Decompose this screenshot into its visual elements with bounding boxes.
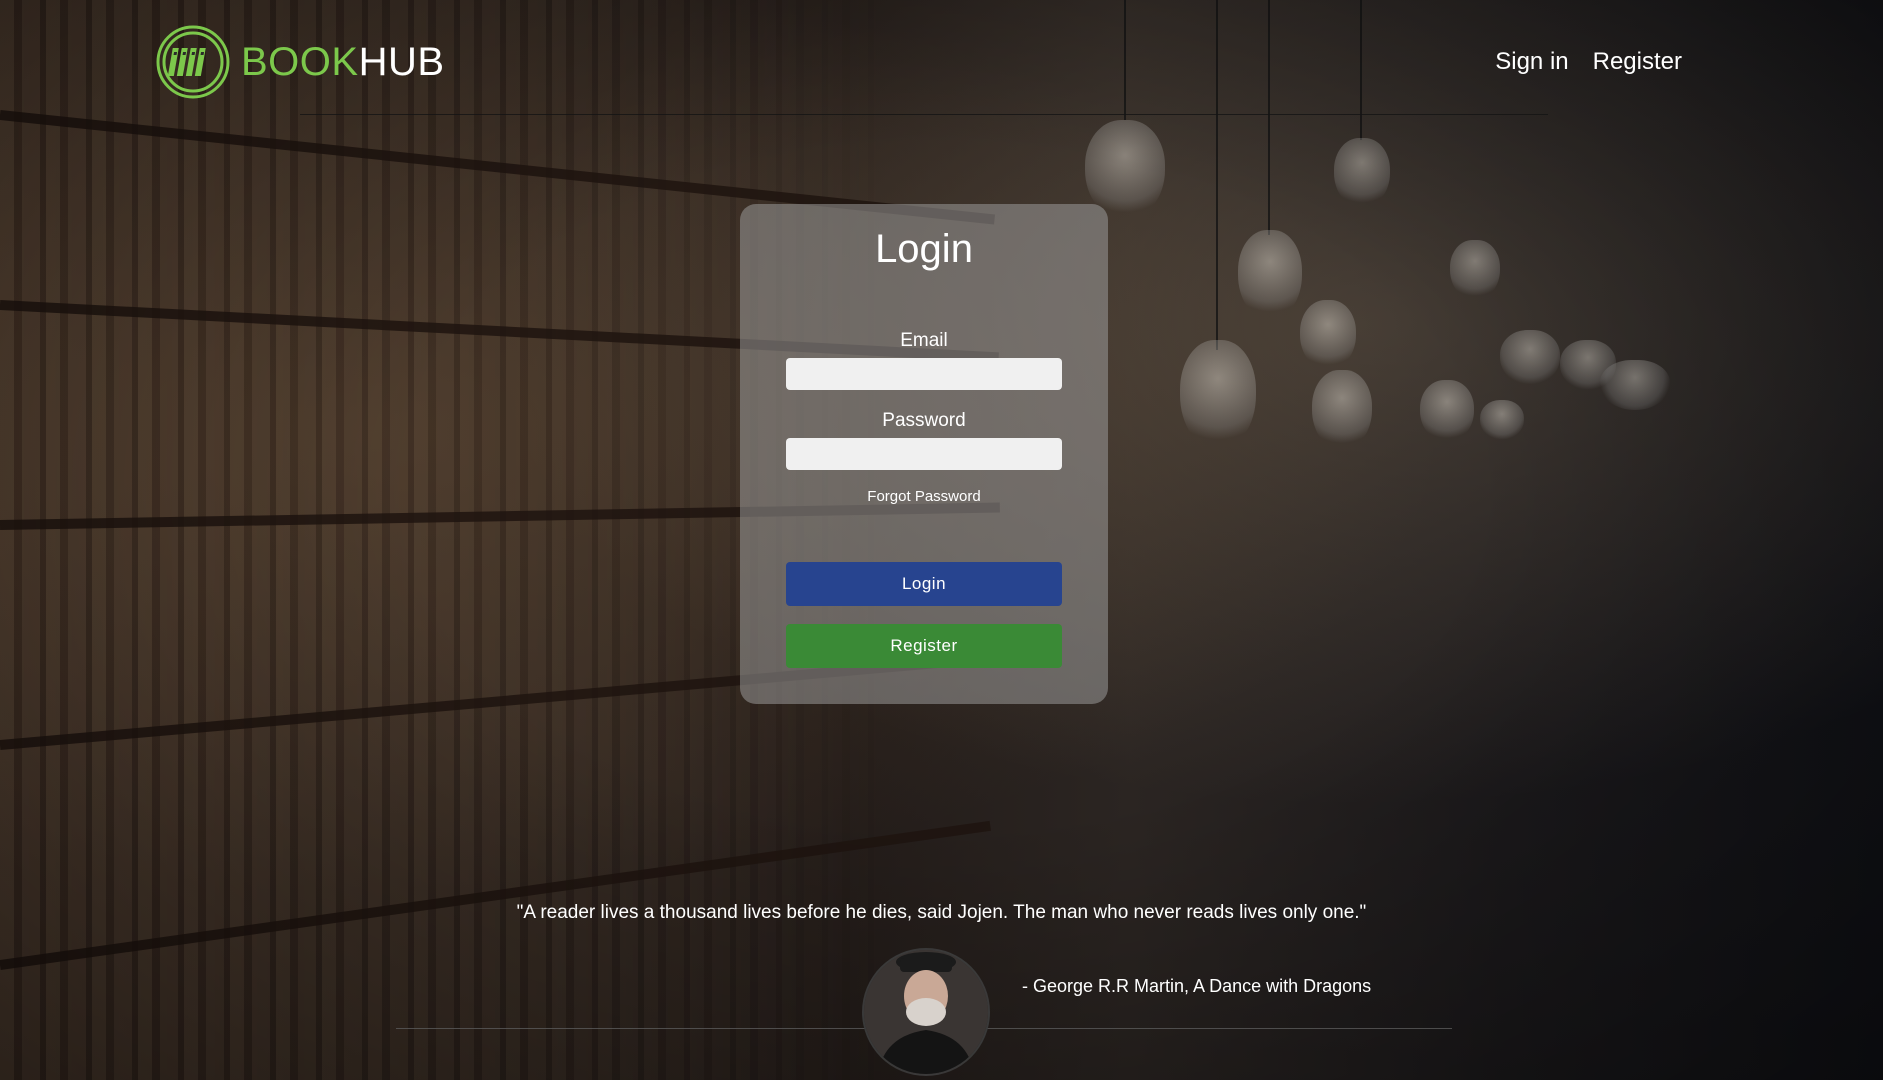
email-label: Email: [900, 330, 948, 351]
brand-name-part1: BOOK: [241, 39, 359, 84]
author-avatar: [862, 948, 990, 1076]
login-title: Login: [875, 227, 973, 271]
password-field[interactable]: [786, 438, 1062, 470]
nav-sign-in-link[interactable]: Sign in: [1495, 48, 1568, 76]
password-label: Password: [882, 410, 966, 431]
forgot-password-link[interactable]: Forgot Password: [740, 488, 1108, 505]
top-header: BOOKHUB Sign in Register: [0, 0, 1883, 116]
header-divider: [300, 114, 1548, 115]
brand-logo[interactable]: BOOKHUB: [155, 24, 445, 100]
brand-name-part2: HUB: [358, 39, 445, 84]
quote-attribution: - George R.R Martin, A Dance with Dragon…: [1022, 976, 1372, 996]
nav-register-link[interactable]: Register: [1593, 48, 1682, 76]
books-circle-icon: [156, 25, 230, 99]
email-field[interactable]: [786, 358, 1062, 390]
quote-text: "A reader lives a thousand lives before …: [516, 902, 1367, 923]
author-portrait-icon: [864, 950, 988, 1074]
login-button[interactable]: Login: [786, 562, 1062, 606]
register-button[interactable]: Register: [786, 624, 1062, 668]
login-card: Login Email Password Forgot Password Log…: [740, 204, 1108, 704]
top-nav: Sign in Register: [1495, 48, 1682, 76]
brand-name: BOOKHUB: [241, 40, 445, 85]
